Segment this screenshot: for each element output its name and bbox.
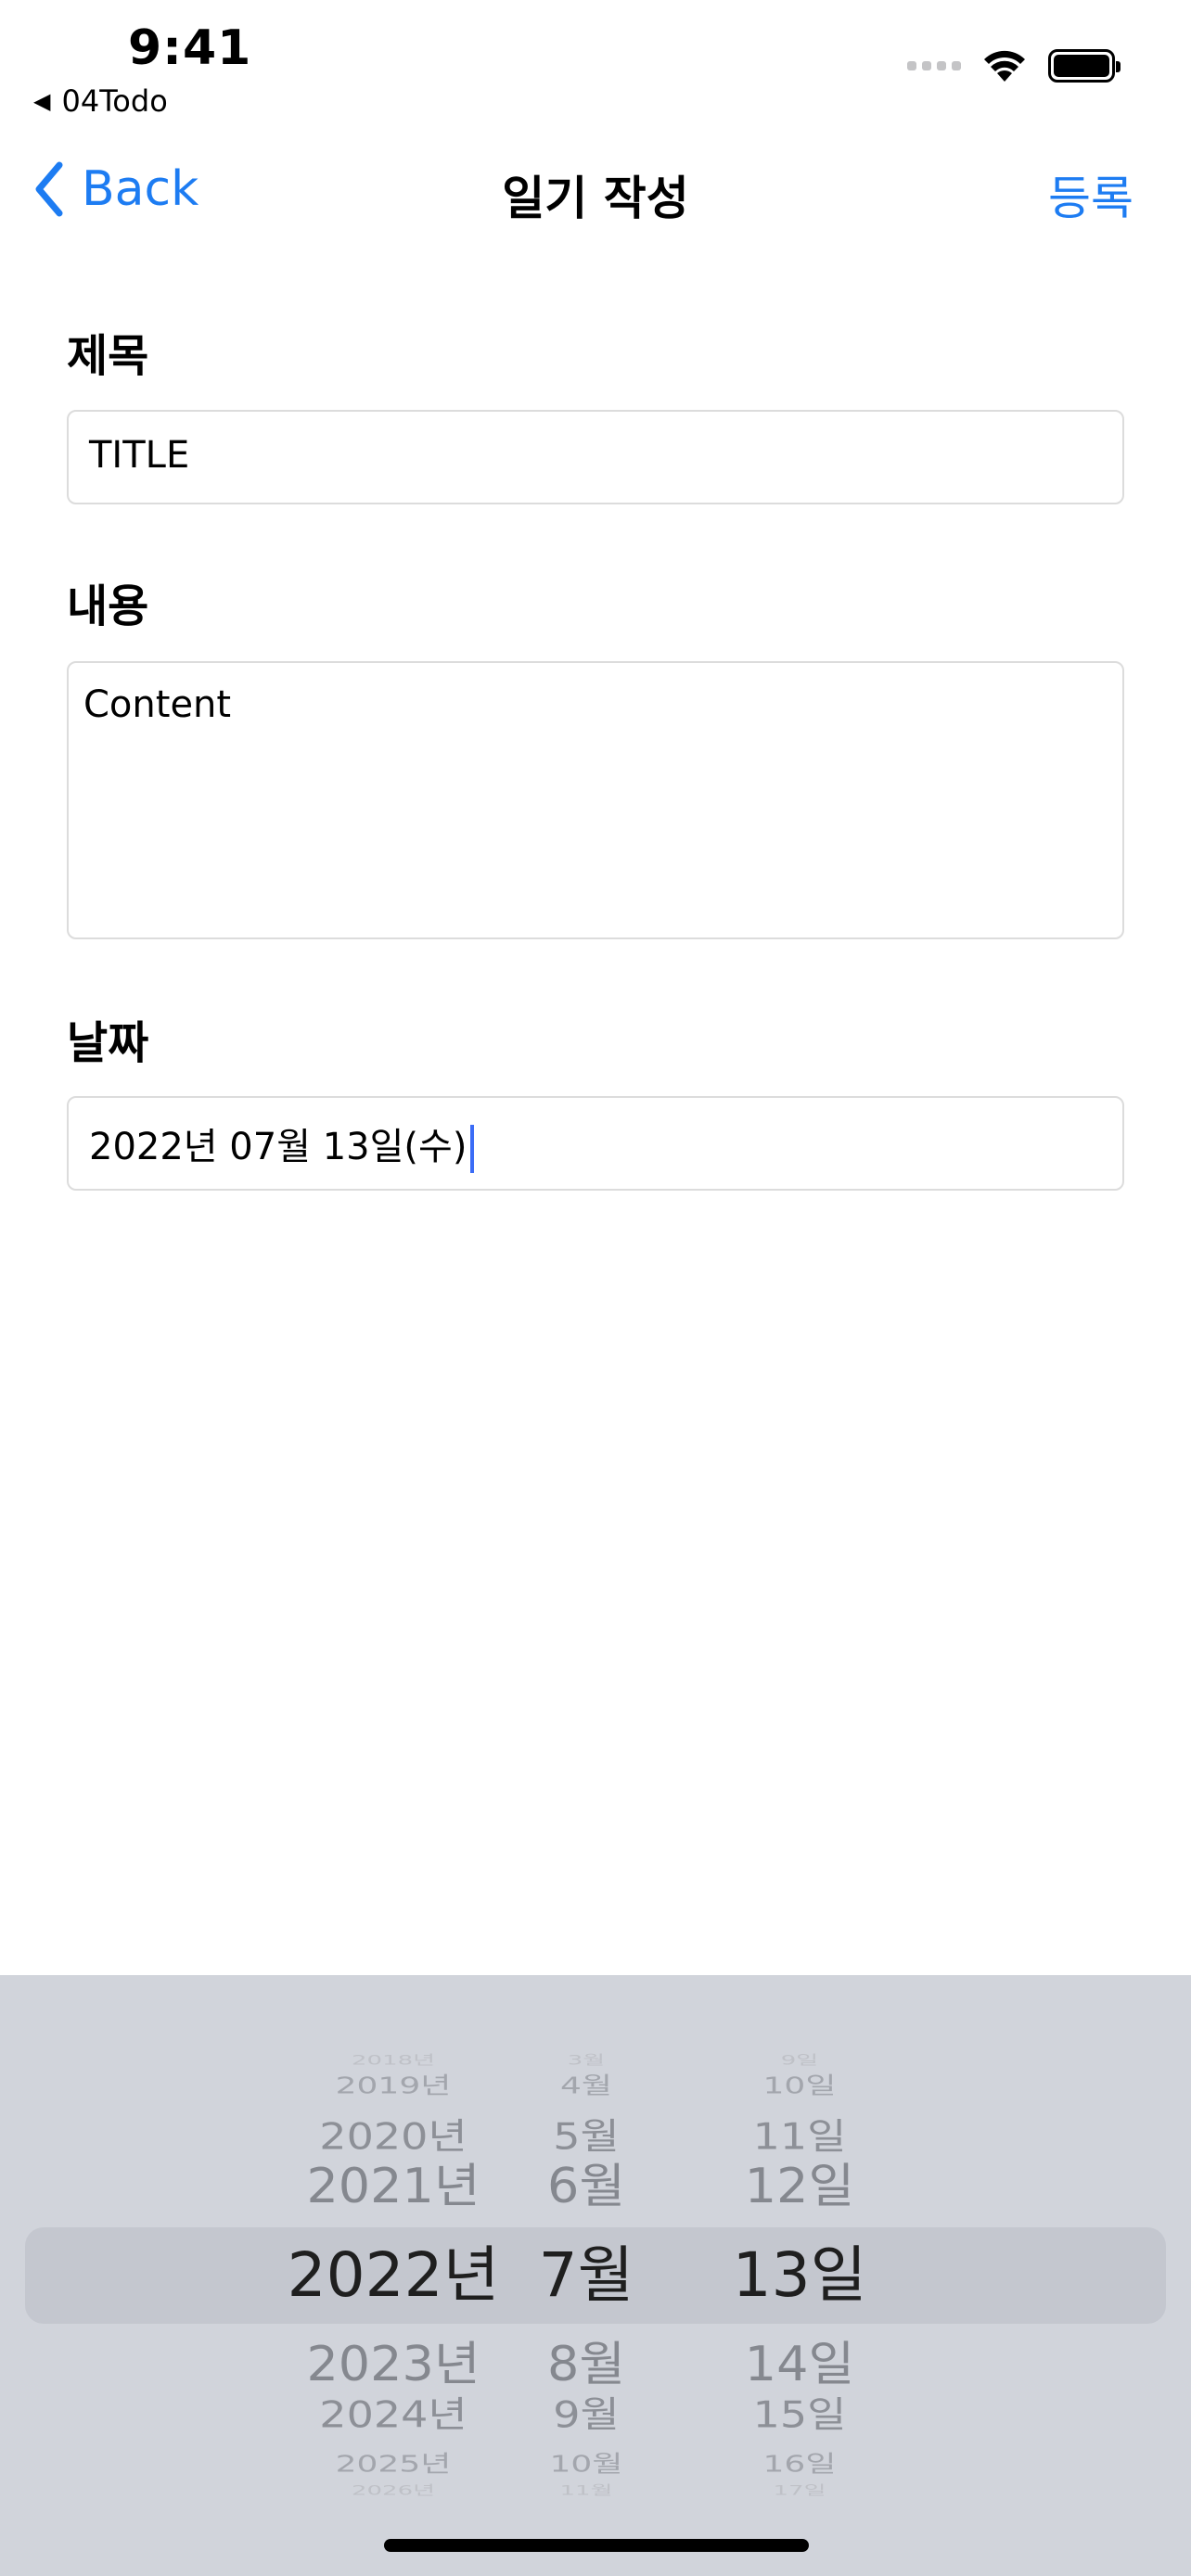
picker-day-value: 9일 [780,2052,819,2069]
picker-year-value: 2022년 [287,2239,500,2311]
picker-year-value: 2025년 [335,2451,452,2478]
picker-month-value: 7월 [538,2239,634,2311]
battery-icon [1048,49,1121,83]
picker-day-value: 13일 [732,2239,867,2311]
page-title: 일기 작성 [502,172,689,225]
picker-year-value: 2020년 [319,2115,467,2158]
picker-month-value: 4월 [559,2072,613,2099]
picker-month-value: 8월 [546,2336,626,2392]
title-value: TITLE [89,434,190,477]
picker-year-value: 2024년 [319,2393,467,2436]
picker-day-value: 15일 [752,2393,847,2436]
content-field[interactable]: Content [67,661,1124,939]
picker-month-value: 9월 [553,2393,620,2436]
date-field[interactable]: 2022년 07월 13일(수) [67,1096,1124,1191]
picker-month-value: 11월 [559,2482,613,2499]
back-app-label: 04Todo [61,83,168,119]
picker-month-value: 5월 [553,2115,620,2158]
picker-day-value: 12일 [744,2158,855,2214]
back-triangle-icon: ◀ [33,88,51,114]
picker-month-value: 6월 [546,2158,626,2214]
picker-day-value: 10일 [762,2072,837,2099]
picker-day-value: 14일 [744,2336,855,2392]
picker-day-value: 17일 [773,2482,826,2499]
date-picker[interactable]: 2018년 3월 9일 2019년 4월 10일 2020년 5월 11일 2021년 6월 12일 2… [0,1975,1191,2576]
picker-year-value: 2023년 [306,2336,480,2392]
date-value: 2022년 07월 13일(수) [89,1126,467,1168]
picker-year-value: 2021년 [306,2158,480,2214]
picker-day-value: 16일 [762,2451,837,2478]
navigation-bar: Back 일기 작성 등록 [0,148,1191,232]
date-label: 날짜 [67,1017,149,1069]
back-to-app[interactable]: ◀ 04Todo [33,83,168,119]
cellular-signal-icon [907,61,961,70]
title-label: 제목 [67,330,149,382]
status-time: 9:41 [128,20,252,76]
picker-month-value: 3월 [567,2052,606,2069]
picker-row[interactable]: 2026년 11월 17일 [0,2479,1191,2571]
wifi-icon [984,50,1025,82]
picker-month-value: 10월 [549,2451,623,2478]
content-value: Content [83,683,232,726]
register-button[interactable]: 등록 [1048,161,1133,228]
title-field[interactable]: TITLE [67,410,1124,504]
content-label: 내용 [67,580,149,632]
picker-row-selected[interactable]: 2022년 7월 13일 [0,2245,1191,2338]
picker-year-value: 2026년 [351,2482,436,2499]
home-indicator [384,2539,809,2552]
text-caret [470,1125,475,1173]
picker-year-value: 2018년 [351,2052,436,2069]
picker-day-value: 11일 [752,2115,847,2158]
status-icons [907,48,1121,83]
picker-year-value: 2019년 [335,2072,452,2099]
